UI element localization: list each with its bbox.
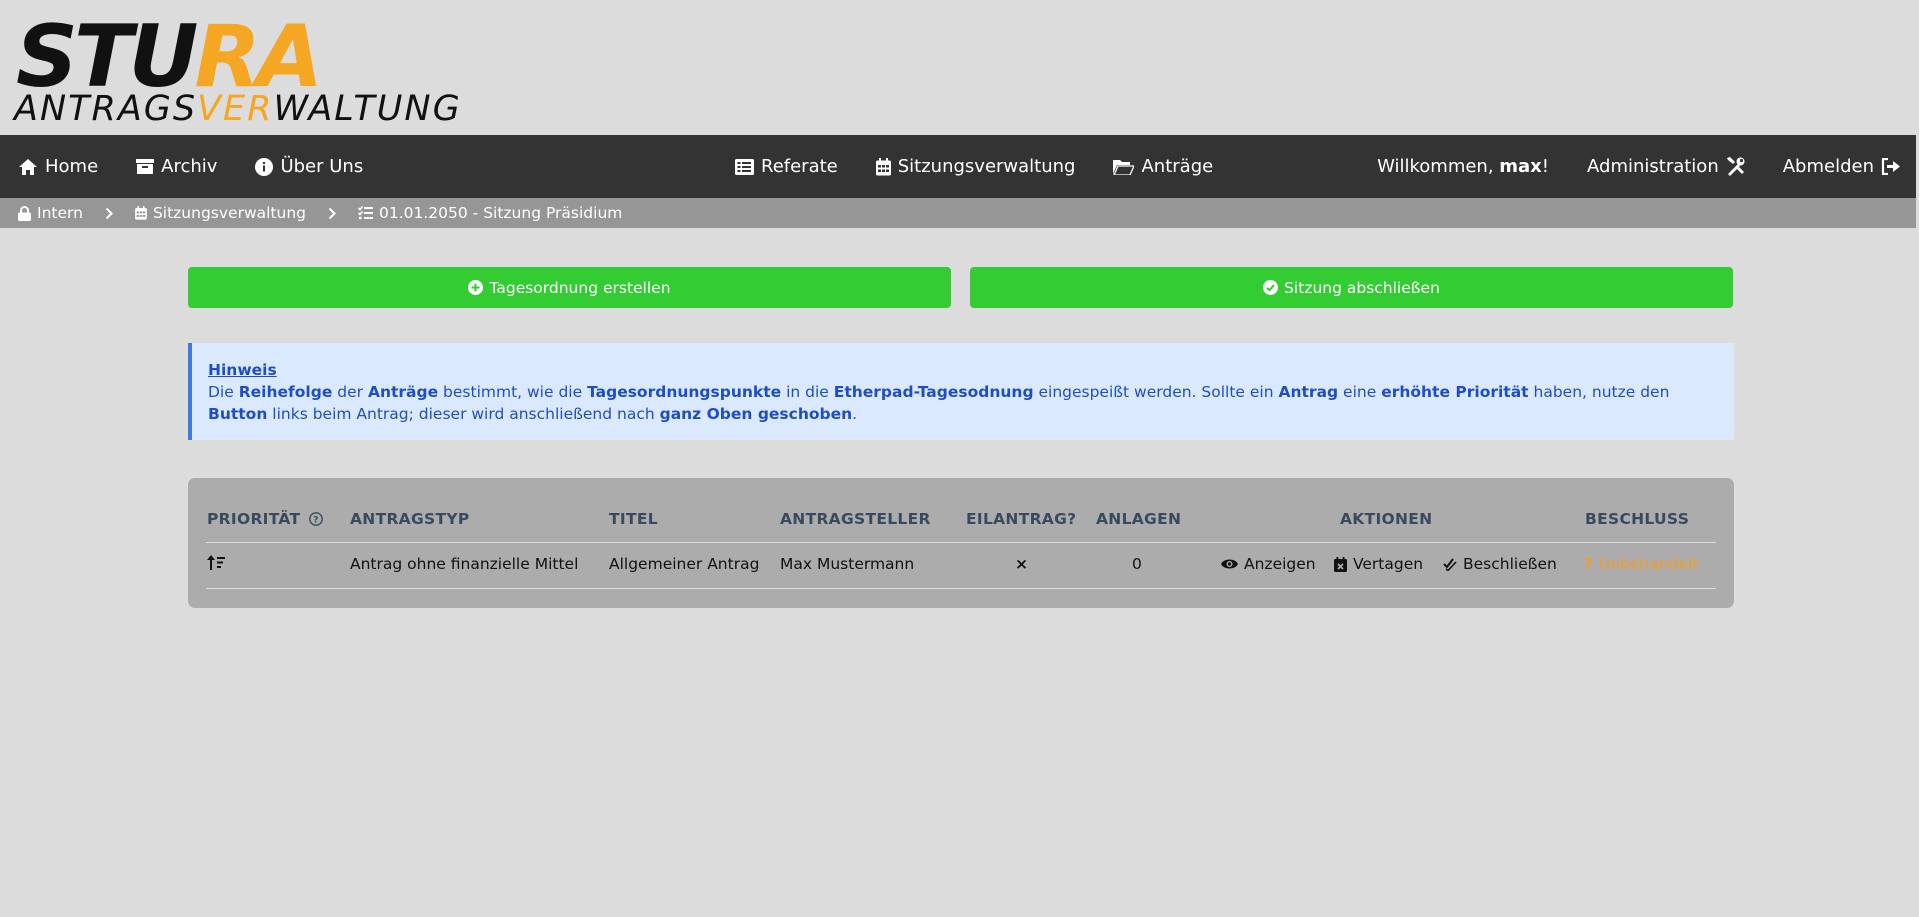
logout-icon [1881,158,1900,175]
calendar-icon [875,157,891,175]
view-button[interactable]: Anzeigen [1221,555,1316,573]
info-notice: Hinweis Die Reihefolge der Anträge besti… [188,343,1734,440]
raise-priority-button[interactable] [207,555,225,570]
header-attachments: ANLAGEN [1096,510,1182,528]
chevron-right-icon [105,207,113,220]
nav-administration-label: Administration [1587,156,1719,177]
decision-status: ? Unbehandelt [1584,555,1699,573]
notice-title: Hinweis [208,361,277,379]
home-icon [19,158,37,175]
svg-text:?: ? [313,516,319,526]
breadcrumb-intern[interactable]: Intern [18,204,83,222]
list-icon [735,158,754,175]
lock-icon [18,205,31,221]
header-urgent: EILANTRAG? [966,510,1077,528]
header-applicant: ANTRAGSTELLER [780,510,931,528]
nav-about-label: Über Uns [280,156,364,177]
question-icon: ? [1584,555,1593,573]
cell-motion-type: Antrag ohne finanzielle Mittel [350,555,579,573]
nav-motions-label: Anträge [1141,156,1214,177]
header-decision: BESCHLUSS [1585,510,1690,528]
create-agenda-label: Tagesordnung erstellen [489,278,671,297]
breadcrumb: Intern Sitzungsverwaltung 01.01.2050 - S… [0,198,1916,228]
close-session-label: Sitzung abschließen [1284,278,1440,297]
nav-departments-label: Referate [761,156,838,177]
nav-motions[interactable]: Anträge [1113,156,1213,177]
motions-table: PRIORITÄT ? ANTRAGSTYP TITEL ANTRAGSTELL… [188,478,1734,608]
table-divider [206,542,1716,543]
tools-icon [1726,157,1745,176]
table-divider [206,588,1716,589]
header-priority: PRIORITÄT ? [207,510,323,528]
stura-logo[interactable]: STURA ANTRAGSVERWALTUNG [12,12,552,127]
nav-home[interactable]: Home [18,156,98,177]
username: max [1499,156,1542,177]
calendar-icon [135,206,147,220]
check-circle-icon [1263,280,1279,295]
header-actions: AKTIONEN [1340,510,1433,528]
double-check-icon [1443,557,1457,571]
help-icon[interactable]: ? [309,512,323,526]
folder-open-icon [1113,159,1135,175]
cell-applicant: Max Mustermann [780,555,915,573]
notice-text: Die Reihefolge der Anträge bestimmt, wie… [208,383,1670,423]
nav-about[interactable]: Über Uns [255,156,363,177]
calendar-x-icon [1334,556,1347,572]
welcome-message: Willkommen, max! [1377,156,1550,177]
cell-attachments: 0 [1132,555,1142,573]
archive-icon [136,159,155,174]
chevron-right-icon [328,207,336,220]
nav-logout[interactable]: Abmelden [1783,156,1900,177]
cell-urgent-cross-icon: × [1015,555,1028,573]
info-icon [255,157,274,176]
nav-archive[interactable]: Archiv [136,156,217,177]
nav-home-label: Home [45,156,99,177]
list-check-icon [358,206,373,220]
close-session-button[interactable]: Sitzung abschließen [970,267,1733,308]
nav-logout-label: Abmelden [1782,156,1874,177]
header-title: TITEL [609,510,658,528]
sort-up-icon [207,555,225,570]
breadcrumb-current-session: 01.01.2050 - Sitzung Präsidium [358,204,622,222]
nav-session-management-label: Sitzungsverwaltung [897,156,1076,177]
header-motion-type: ANTRAGSTYP [350,510,470,528]
nav-session-management[interactable]: Sitzungsverwaltung [875,156,1076,177]
eye-icon [1221,559,1238,569]
nav-administration[interactable]: Administration [1587,156,1745,177]
main-navbar: Home Archiv Über Uns Referate Sitzungsve… [0,135,1916,198]
logo-sub: ANTRAGSVERWALTUNG [12,89,462,127]
breadcrumb-session-management[interactable]: Sitzungsverwaltung [135,204,306,222]
cell-title: Allgemeiner Antrag [609,555,760,573]
nav-archive-label: Archiv [161,156,218,177]
nav-departments[interactable]: Referate [735,156,838,177]
decide-button[interactable]: Beschließen [1443,555,1557,573]
postpone-button[interactable]: Vertagen [1334,555,1423,573]
plus-circle-icon [468,280,484,295]
create-agenda-button[interactable]: Tagesordnung erstellen [188,267,951,308]
